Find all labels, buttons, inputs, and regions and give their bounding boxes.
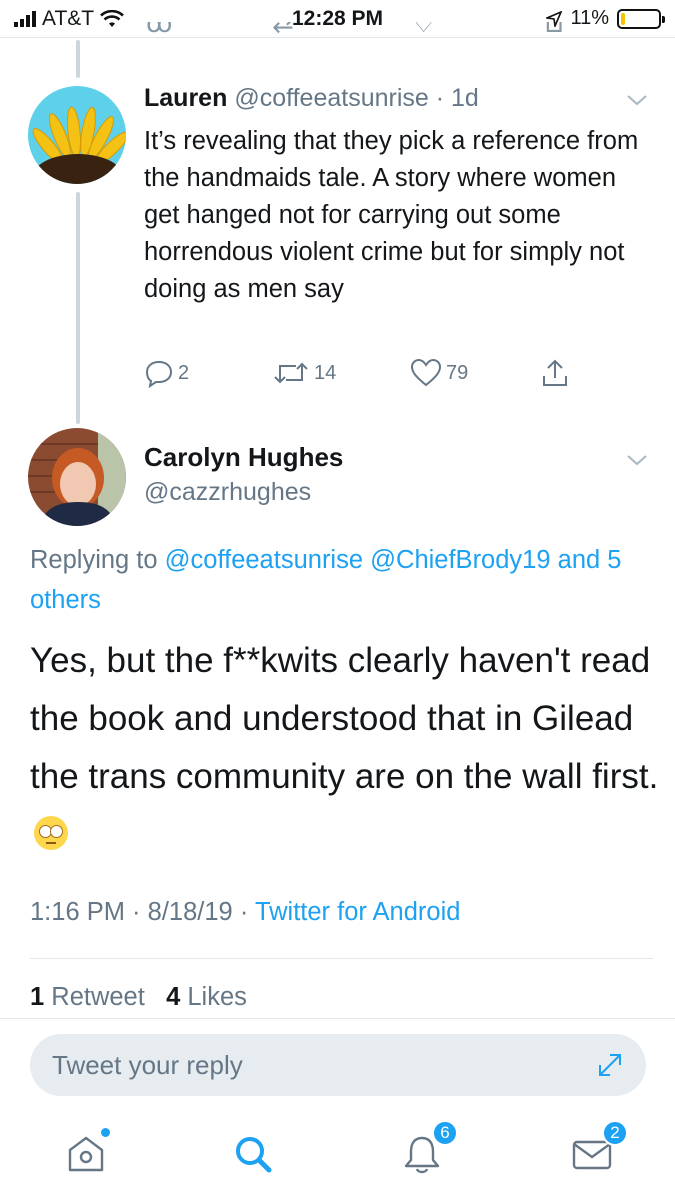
retweet-icon — [274, 362, 308, 384]
retweet-count: 14 — [314, 361, 337, 384]
tweet-text: It’s revealing that they pick a referenc… — [144, 127, 639, 303]
chevron-down-icon[interactable] — [625, 88, 649, 112]
tweet-meta: 1:16 PM · 8/18/19 · Twitter for Android — [30, 898, 460, 927]
replying-to: Replying to @coffeeatsunrise @ChiefBrody… — [30, 540, 650, 620]
tweet-source-link[interactable]: Twitter for Android — [255, 898, 461, 926]
chevron-down-icon[interactable] — [625, 448, 649, 472]
lauren-header: Lauren @coffeeatsunrise · 1d — [144, 84, 479, 113]
tweet-actions: 2 14 79 — [144, 358, 594, 390]
retweet-button[interactable]: 14 — [272, 358, 336, 388]
tab-notifications[interactable]: 6 — [400, 1120, 458, 1176]
reply-mention[interactable]: @coffeeatsunrise — [165, 546, 363, 574]
profile-photo — [28, 428, 126, 526]
like-total: 4 — [166, 983, 181, 1011]
carolyn-avatar[interactable] — [28, 428, 126, 526]
notifications-badge: 6 — [432, 1120, 458, 1146]
heart-icon — [410, 358, 442, 387]
like-button[interactable]: 79 — [410, 358, 468, 388]
share-button[interactable] — [540, 358, 570, 388]
tweet-text: Yes, but the f**kwits clearly haven't re… — [30, 641, 659, 796]
lauren-avatar[interactable] — [28, 86, 126, 184]
eye-roll-emoji-icon — [34, 816, 68, 850]
reply-mention[interactable]: @ChiefBrody19 — [370, 546, 550, 574]
like-count: 79 — [446, 361, 469, 384]
reply-button[interactable]: 2 — [144, 358, 189, 388]
like-label: Likes — [187, 983, 247, 1011]
reply-composer[interactable] — [30, 1034, 646, 1096]
home-icon — [68, 1136, 104, 1172]
author-name[interactable]: Carolyn Hughes — [144, 442, 343, 473]
separator-dot: · — [124, 898, 148, 926]
author-handle[interactable]: @coffeeatsunrise — [234, 84, 428, 112]
share-icon — [543, 359, 567, 386]
tweet-age: 1d — [451, 84, 479, 112]
likes-stat[interactable]: 4 Likes — [166, 983, 247, 1011]
replying-prefix: Replying to — [30, 546, 158, 574]
tab-search[interactable] — [231, 1132, 275, 1176]
sunflower-image — [28, 86, 126, 184]
thread-line — [76, 192, 80, 424]
search-icon — [236, 1137, 272, 1173]
tweet-stats: 1 Retweet 4 Likes — [30, 983, 247, 1012]
tweet-time: 1:16 PM — [30, 898, 125, 926]
retweet-total: 1 — [30, 983, 45, 1011]
reply-count: 2 — [178, 361, 190, 384]
previous-tweet-actions-cutoff: ꝏ ⇄ ♡ ⊔ — [146, 22, 565, 38]
separator-dot: · — [428, 84, 452, 112]
messages-badge: 2 — [602, 1120, 628, 1146]
separator-dot: · — [232, 898, 255, 926]
author-name[interactable]: Lauren — [144, 84, 227, 112]
tab-bar: 6 2 — [0, 1112, 675, 1200]
divider — [0, 1018, 675, 1019]
tweet-text-container: Yes, but the f**kwits clearly haven't re… — [30, 632, 660, 864]
thread-line-top — [76, 40, 80, 78]
retweet-label: Retweet — [51, 983, 145, 1011]
expand-icon[interactable] — [596, 1051, 624, 1079]
tab-home[interactable] — [64, 1128, 110, 1176]
new-content-dot — [101, 1128, 110, 1137]
retweets-stat[interactable]: 1 Retweet — [30, 983, 145, 1011]
author-handle[interactable]: @cazzrhughes — [144, 478, 311, 507]
tweet-date: 8/18/19 — [147, 898, 233, 926]
tab-messages[interactable]: 2 — [570, 1120, 628, 1176]
reply-icon — [145, 360, 173, 388]
reply-input[interactable] — [52, 1034, 572, 1096]
divider — [30, 958, 653, 959]
